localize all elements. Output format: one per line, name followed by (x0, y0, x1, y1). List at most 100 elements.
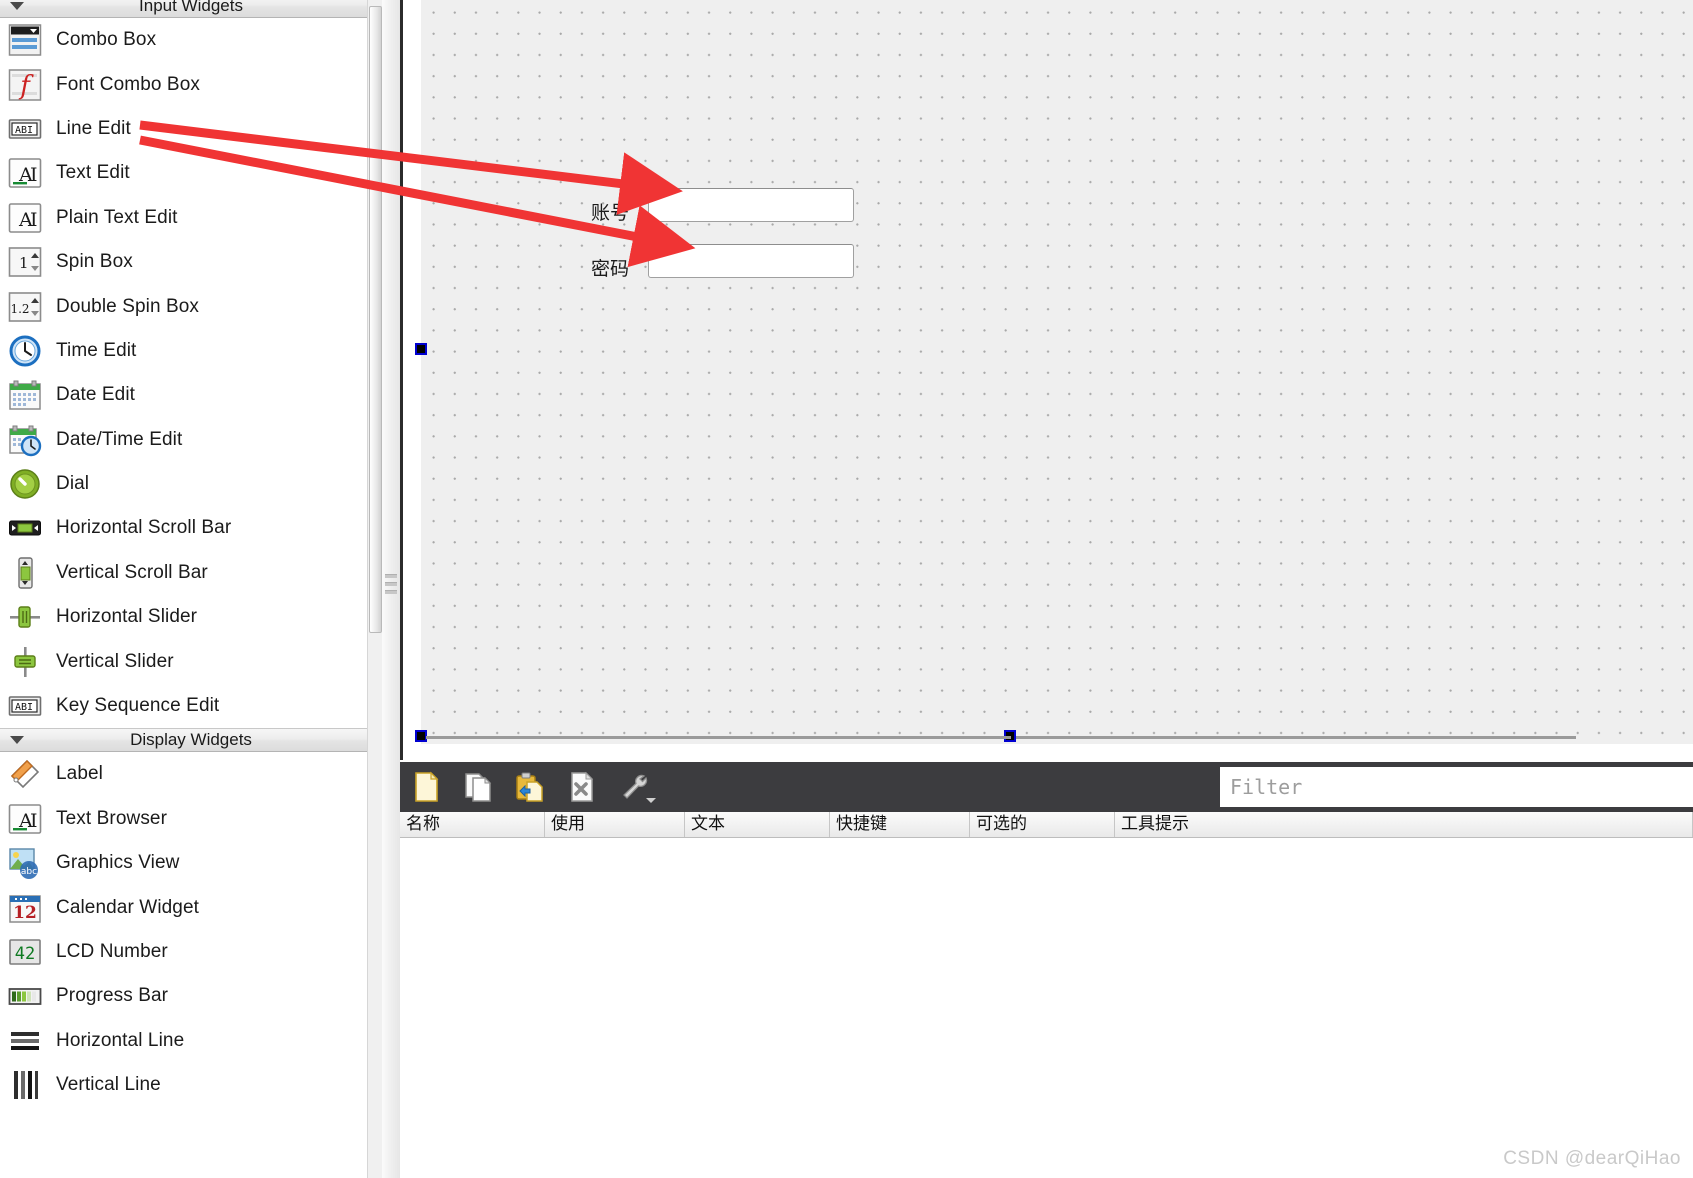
widget-item-progress-bar[interactable]: Progress Bar (0, 974, 382, 1018)
widget-item-double-spin-box[interactable]: 1.2 Double Spin Box (0, 284, 382, 328)
text-browser-icon: AI (8, 802, 42, 836)
double-spin-box-icon: 1.2 (8, 290, 42, 324)
widget-item-label[interactable]: Label (0, 752, 382, 796)
font-combo-box-icon: f (8, 68, 42, 102)
form-design-canvas[interactable]: 账号 密码 (421, 0, 1693, 744)
category-label: Input Widgets (139, 0, 243, 15)
widget-item-lcd-number[interactable]: 42 LCD Number (0, 930, 382, 974)
widget-item-time-edit[interactable]: Time Edit (0, 329, 382, 373)
widget-item-label: Time Edit (56, 339, 137, 361)
widget-item-text-browser[interactable]: A I Text Browser (0, 797, 382, 841)
widget-item-plain-text-edit[interactable]: A I Plain Text Edit (0, 196, 382, 240)
svg-text:42: 42 (15, 944, 35, 964)
widget-item-label: Calendar Widget (56, 896, 200, 918)
date-time-edit-icon (8, 423, 42, 457)
widget-item-vertical-scroll-bar[interactable]: Vertical Scroll Bar (0, 551, 382, 595)
widget-item-label: Combo Box (56, 29, 157, 51)
copy-action-icon[interactable] (452, 762, 504, 812)
horizontal-slider-icon (8, 600, 42, 634)
svg-text:12: 12 (13, 903, 37, 923)
dial-icon (8, 467, 42, 501)
form-resize-bar-right[interactable] (1016, 736, 1576, 739)
widget-item-font-combo-box[interactable]: f Font Combo Box (0, 62, 382, 106)
action-editor-panel: 名称使用文本快捷键可选的工具提示 (400, 762, 1693, 1178)
widget-item-horizontal-slider[interactable]: Horizontal Slider (0, 595, 382, 639)
qt-designer-window: Input Widgets Combo Box f Font Combo Box AB… (0, 0, 1693, 1178)
widget-item-vertical-line[interactable]: Vertical Line (0, 1063, 382, 1107)
widget-item-label: LCD Number (56, 941, 168, 962)
widget-item-label: Line Edit (56, 117, 131, 139)
new-action-icon[interactable] (400, 762, 452, 812)
progress-bar-icon (8, 979, 42, 1013)
column-header-5[interactable]: 工具提示 (1115, 812, 1693, 837)
chevron-down-icon (646, 798, 656, 803)
svg-text:1.2: 1.2 (10, 302, 29, 316)
column-header-1[interactable]: 使用 (545, 812, 685, 837)
widget-item-key-sequence-edit[interactable]: ABI Key Sequence Edit (0, 684, 382, 728)
column-header-0[interactable]: 名称 (400, 812, 545, 837)
graphics-view-icon: abc (8, 846, 42, 880)
widget-item-label: Date Edit (56, 384, 136, 406)
delete-action-icon[interactable] (556, 762, 608, 812)
widget-item-spin-box[interactable]: 1 Spin Box (0, 240, 382, 284)
widget-item-calendar-widget[interactable]: 12 Calendar Widget (0, 885, 382, 929)
category-header-input-widgets[interactable]: Input Widgets (0, 0, 382, 18)
filter-input[interactable] (1220, 767, 1693, 807)
widget-item-label: Spin Box (56, 251, 133, 273)
account-line-edit[interactable] (648, 188, 854, 222)
combo-box-icon (8, 23, 42, 57)
widget-item-horizontal-scroll-bar[interactable]: Horizontal Scroll Bar (0, 506, 382, 550)
widget-item-line-edit[interactable]: ABI Line Edit (0, 107, 382, 151)
action-table-header: 名称 使用 文本 快捷键 可选的 工具提示 (400, 812, 1693, 838)
widget-item-vertical-slider[interactable]: Vertical Slider (0, 639, 382, 683)
spin-box-icon: 1 (8, 245, 42, 279)
widget-item-label: Graphics View (56, 852, 180, 874)
widget-item-date-edit[interactable]: Date Edit (0, 373, 382, 417)
widget-item-label: Horizontal Line (56, 1029, 185, 1051)
widget-item-graphics-view[interactable]: abc Graphics View (0, 841, 382, 885)
widget-item-label: Vertical Line (56, 1074, 161, 1096)
form-label-password[interactable]: 密码 (591, 254, 629, 281)
form-label-account[interactable]: 账号 (591, 198, 629, 225)
panel-splitter[interactable] (382, 0, 400, 1178)
scrollbar-thumb[interactable] (369, 6, 382, 633)
horizontal-scroll-bar-icon (8, 511, 42, 545)
widget-item-date-time-edit[interactable]: Date/Time Edit (0, 418, 382, 462)
widget-item-label: Vertical Slider (56, 650, 174, 672)
vertical-scroll-bar-icon (8, 556, 42, 590)
widget-item-combo-box[interactable]: Combo Box (0, 18, 382, 62)
widget-item-label: Plain Text Edit (56, 206, 178, 228)
category-label: Display Widgets (130, 730, 252, 750)
configure-icon[interactable] (608, 762, 660, 812)
chevron-down-icon (10, 736, 24, 745)
widget-item-label: Progress Bar (56, 985, 169, 1007)
paste-action-icon[interactable] (504, 762, 556, 812)
lcd-number-icon: 42 (8, 935, 42, 969)
category-header-display-widgets[interactable]: Display Widgets (0, 728, 382, 753)
column-header-3[interactable]: 快捷键 (830, 812, 970, 837)
selection-handle-left[interactable] (415, 343, 427, 355)
action-table-body[interactable] (400, 838, 1693, 1178)
plain-text-edit-icon: AI (8, 201, 42, 235)
widget-item-label: Vertical Scroll Bar (56, 561, 208, 583)
svg-text:1: 1 (19, 254, 29, 272)
text-edit-icon: AI (8, 156, 42, 190)
widget-item-label: Text Browser (56, 807, 168, 829)
widget-item-horizontal-line[interactable]: Horizontal Line (0, 1019, 382, 1063)
time-edit-icon (8, 334, 42, 368)
widget-box-scrollbar[interactable] (367, 0, 382, 1178)
widget-item-text-edit[interactable]: A I Text Edit (0, 151, 382, 195)
widget-item-label: Double Spin Box (56, 295, 200, 317)
password-line-edit[interactable] (648, 244, 854, 278)
widget-item-label: Dial (56, 473, 90, 495)
key-sequence-edit-icon: ABI (8, 689, 42, 723)
svg-text:ABI: ABI (15, 702, 33, 713)
column-header-4[interactable]: 可选的 (970, 812, 1115, 837)
widget-item-dial[interactable]: Dial (0, 462, 382, 506)
date-edit-icon (8, 378, 42, 412)
widget-item-label: Horizontal Scroll Bar (56, 517, 232, 539)
canvas-left-border (400, 0, 403, 760)
input-widgets-list: Combo Box f Font Combo Box ABI Line Edit A I Te… (0, 18, 382, 728)
form-resize-bar-left[interactable] (426, 736, 1011, 739)
column-header-2[interactable]: 文本 (685, 812, 830, 837)
